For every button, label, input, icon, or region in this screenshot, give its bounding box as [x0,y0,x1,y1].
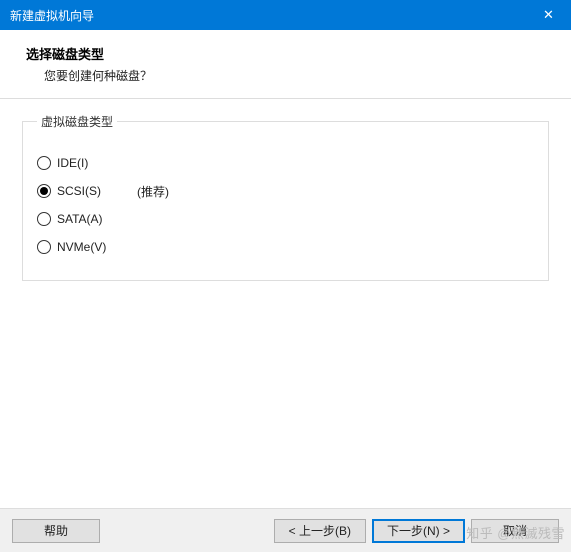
titlebar: 新建虚拟机向导 ✕ [0,0,571,30]
window-title: 新建虚拟机向导 [10,7,94,24]
radio-icon[interactable] [37,240,51,254]
help-button[interactable]: 帮助 [12,519,100,543]
radio-option-nvme[interactable]: NVMe(V) [37,236,534,258]
content-area: 虚拟磁盘类型 IDE(I) SCSI(S) (推荐) SATA(A) NVMe(… [0,99,571,281]
wizard-header: 选择磁盘类型 您要创建何种磁盘？ [0,30,571,99]
close-button[interactable]: ✕ [526,0,571,30]
radio-option-sata[interactable]: SATA(A) [37,208,534,230]
page-subtitle: 您要创建何种磁盘？ [26,67,571,84]
radio-icon[interactable] [37,184,51,198]
page-title: 选择磁盘类型 [26,44,571,63]
radio-label: SCSI(S) [57,184,127,198]
wizard-footer: 帮助 < 上一步(B) 下一步(N) > 取消 [0,508,571,552]
radio-label: NVMe(V) [57,240,127,254]
radio-label: SATA(A) [57,212,127,226]
radio-icon[interactable] [37,156,51,170]
disk-type-fieldset: 虚拟磁盘类型 IDE(I) SCSI(S) (推荐) SATA(A) NVMe(… [22,121,549,281]
fieldset-legend: 虚拟磁盘类型 [37,113,117,130]
cancel-button[interactable]: 取消 [471,519,559,543]
disk-type-radio-group: IDE(I) SCSI(S) (推荐) SATA(A) NVMe(V) [37,152,534,258]
back-button[interactable]: < 上一步(B) [274,519,366,543]
radio-option-ide[interactable]: IDE(I) [37,152,534,174]
close-icon: ✕ [543,7,554,23]
radio-icon[interactable] [37,212,51,226]
next-button[interactable]: 下一步(N) > [372,519,465,543]
radio-label: IDE(I) [57,156,127,170]
radio-option-scsi[interactable]: SCSI(S) (推荐) [37,180,534,202]
radio-hint: (推荐) [137,183,169,200]
